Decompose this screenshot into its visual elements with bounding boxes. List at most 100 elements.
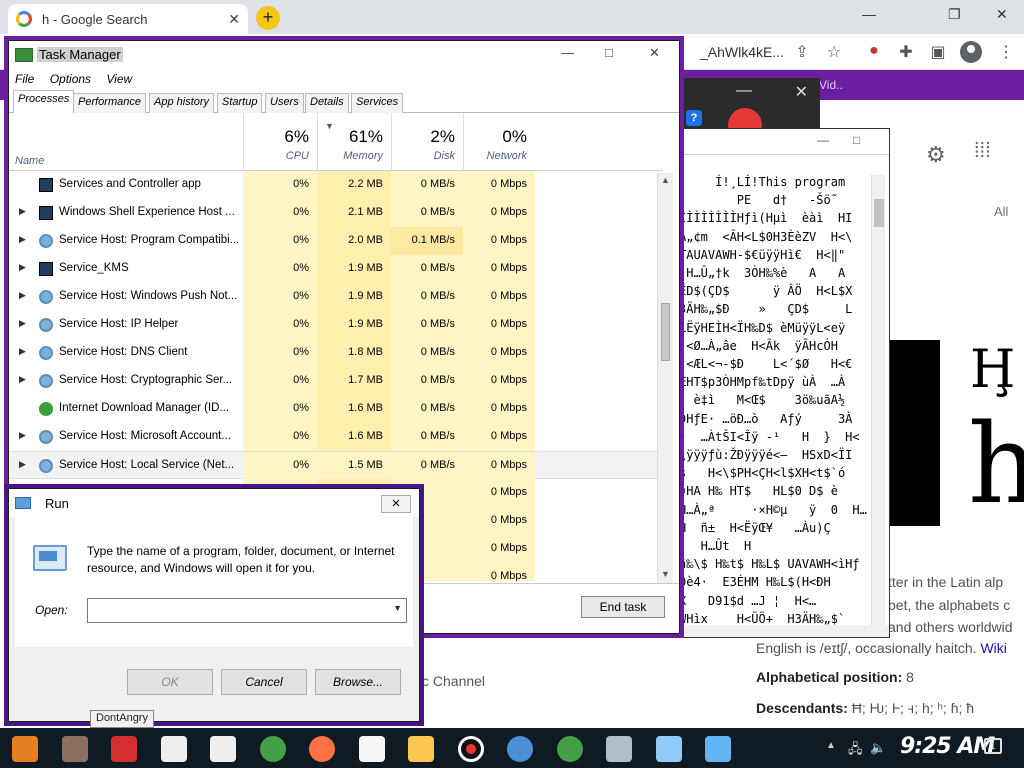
expand-chevron-icon[interactable]: ▶: [19, 262, 26, 273]
expand-chevron-icon[interactable]: ▶: [19, 459, 26, 470]
table-row[interactable]: ▶ Service Host: Local Service (Net... 0% 1.…: [9, 451, 663, 480]
open-input[interactable]: ▼: [87, 598, 407, 623]
minimize-button[interactable]: —: [561, 45, 574, 60]
expand-chevron-icon[interactable]: ▶: [19, 318, 26, 329]
horizontal-scrollbar[interactable]: [677, 625, 889, 637]
tab-details[interactable]: Details: [305, 93, 349, 113]
column-disk[interactable]: 2% Disk: [391, 113, 463, 171]
help-icon[interactable]: ?: [686, 110, 702, 126]
start-icon[interactable]: [12, 736, 38, 762]
close-button[interactable]: ✕: [996, 6, 1008, 23]
menu-file[interactable]: File: [9, 69, 40, 86]
table-row[interactable]: ▶ Service_KMS 0% 1.9 MB 0 MB/s 0 Mbps: [9, 255, 663, 283]
volume-icon[interactable]: 🔈: [870, 740, 886, 756]
dropdown-arrow-icon[interactable]: ▼: [393, 603, 402, 613]
menu-dots-icon[interactable]: ⋮: [996, 42, 1016, 62]
tab-services[interactable]: Services: [351, 93, 404, 113]
restore-button[interactable]: ❐: [948, 6, 961, 23]
restore-button[interactable]: □: [853, 133, 860, 147]
column-memory[interactable]: 61% Memory: [317, 113, 391, 171]
7zip-icon[interactable]: [358, 736, 385, 762]
maximize-button[interactable]: □: [605, 45, 613, 60]
table-row[interactable]: ▶ Windows Shell Experience Host ... 0% 2.1 …: [9, 199, 663, 227]
all-tab[interactable]: All: [994, 204, 1008, 219]
table-row[interactable]: ▶ Service Host: Windows Push Not... 0% 1.9 …: [9, 283, 663, 311]
tab-performance[interactable]: Performance: [73, 93, 146, 113]
table-row[interactable]: ▶ Service Host: IP Helper 0% 1.9 MB 0 MB/s 0 …: [9, 311, 663, 339]
cow-icon[interactable]: [210, 736, 236, 762]
browse-button[interactable]: Browse...: [315, 669, 401, 695]
disk-cell: 0 MB/s: [391, 339, 463, 367]
scroll-down-icon[interactable]: ▼: [661, 569, 670, 579]
expand-chevron-icon[interactable]: ▶: [19, 290, 26, 301]
table-row[interactable]: Services and Controller app 0% 2.2 MB 0 MB/…: [9, 171, 663, 199]
minimize-button[interactable]: —: [862, 6, 876, 22]
expand-chevron-icon[interactable]: ▶: [19, 430, 26, 441]
extensions-puzzle-icon[interactable]: ✚: [896, 42, 916, 62]
folder-icon[interactable]: [408, 736, 434, 762]
close-button[interactable]: ✕: [381, 495, 411, 513]
scrollbar-thumb[interactable]: [874, 199, 884, 227]
column-name[interactable]: Name: [15, 155, 44, 167]
character-icon[interactable]: [61, 736, 88, 762]
picture-icon[interactable]: [606, 736, 632, 762]
chrome-icon[interactable]: [259, 736, 286, 762]
network-icon[interactable]: 🖧: [848, 740, 863, 762]
bookmark-star-icon[interactable]: ☆: [824, 42, 844, 62]
column-cpu[interactable]: 6% CPU: [243, 113, 317, 171]
tab-startup[interactable]: Startup: [217, 93, 263, 113]
wiki-link[interactable]: Wiki: [980, 640, 1006, 656]
qbittorrent-icon[interactable]: [507, 736, 533, 762]
chrome-tab[interactable]: h - Google Search ✕: [8, 4, 248, 34]
avatar[interactable]: [960, 41, 982, 63]
show-hidden-icons[interactable]: ▲: [826, 740, 836, 751]
binary-text[interactable]: Í!¸LÍ!This program PE d† -Šö˜ ÌÌÌÌÌÌÌÌHƒì…: [677, 173, 871, 627]
tab-users[interactable]: Users: [265, 93, 304, 113]
expand-chevron-icon[interactable]: ▶: [19, 346, 26, 357]
clock[interactable]: 9:25 AM: [900, 734, 995, 759]
profile-extension-icon[interactable]: ●: [864, 42, 884, 62]
end-task-button[interactable]: End task: [581, 596, 665, 618]
expand-chevron-icon[interactable]: ▶: [19, 234, 26, 245]
record-icon[interactable]: [457, 736, 484, 762]
minimize-button[interactable]: —: [817, 133, 829, 147]
column-network[interactable]: 0% Network: [463, 113, 535, 171]
sidebar-icon[interactable]: ▣: [928, 42, 948, 62]
menu-options[interactable]: Options: [44, 69, 97, 86]
expand-chevron-icon[interactable]: ▶: [19, 374, 26, 385]
table-row[interactable]: ▶ Service Host: DNS Client 0% 1.8 MB 0 MB/s 0…: [9, 339, 663, 367]
minimize-button[interactable]: —: [736, 82, 752, 100]
vertical-scrollbar[interactable]: [871, 175, 885, 631]
tab-close-button[interactable]: ✕: [228, 11, 240, 28]
task-manager-titlebar: Task Manager — □ ✕: [9, 41, 679, 69]
settings-gear-icon[interactable]: ⚙: [926, 142, 946, 168]
memory-cell: 1.6 MB: [317, 395, 391, 423]
new-tab-button[interactable]: +: [256, 6, 280, 30]
menu-view[interactable]: View: [100, 69, 138, 86]
table-row[interactable]: ▶ Service Host: Program Compatibi... 0% 2.0…: [9, 227, 663, 255]
angry-bird-icon[interactable]: [111, 736, 137, 762]
table-row[interactable]: Internet Download Manager (ID... 0% 1.6 MB…: [9, 395, 663, 423]
address-bar[interactable]: _AhWlk4kE...: [700, 44, 784, 60]
memory-cell: 1.9 MB: [317, 255, 391, 283]
window-icon[interactable]: [705, 736, 731, 762]
scrollbar-thumb[interactable]: [661, 303, 670, 361]
firefox-icon[interactable]: [309, 736, 335, 762]
vertical-scrollbar[interactable]: ▲ ▼: [657, 173, 673, 583]
scroll-up-icon[interactable]: ▲: [661, 175, 670, 185]
share-icon[interactable]: ⇪: [792, 42, 812, 62]
tab-app-history[interactable]: App history: [149, 93, 215, 113]
tab-processes[interactable]: Processes: [13, 90, 75, 114]
notepad-icon[interactable]: [655, 736, 682, 762]
cow-icon[interactable]: [160, 736, 187, 762]
table-row[interactable]: ▶ Service Host: Cryptographic Ser... 0% 1.7…: [9, 367, 663, 395]
close-button[interactable]: ✕: [649, 45, 660, 61]
ok-button[interactable]: OK: [127, 669, 213, 695]
table-row[interactable]: ▶ Service Host: Microsoft Account... 0% 1.6…: [9, 423, 663, 451]
chrome-icon[interactable]: [556, 736, 583, 762]
expand-chevron-icon[interactable]: ▶: [19, 206, 26, 217]
close-button[interactable]: ✕: [795, 82, 808, 102]
apps-grid-icon[interactable]: ⁞⁞⁞: [974, 140, 991, 163]
notification-icon[interactable]: 1: [984, 738, 1002, 754]
cancel-button[interactable]: Cancel: [221, 669, 307, 695]
